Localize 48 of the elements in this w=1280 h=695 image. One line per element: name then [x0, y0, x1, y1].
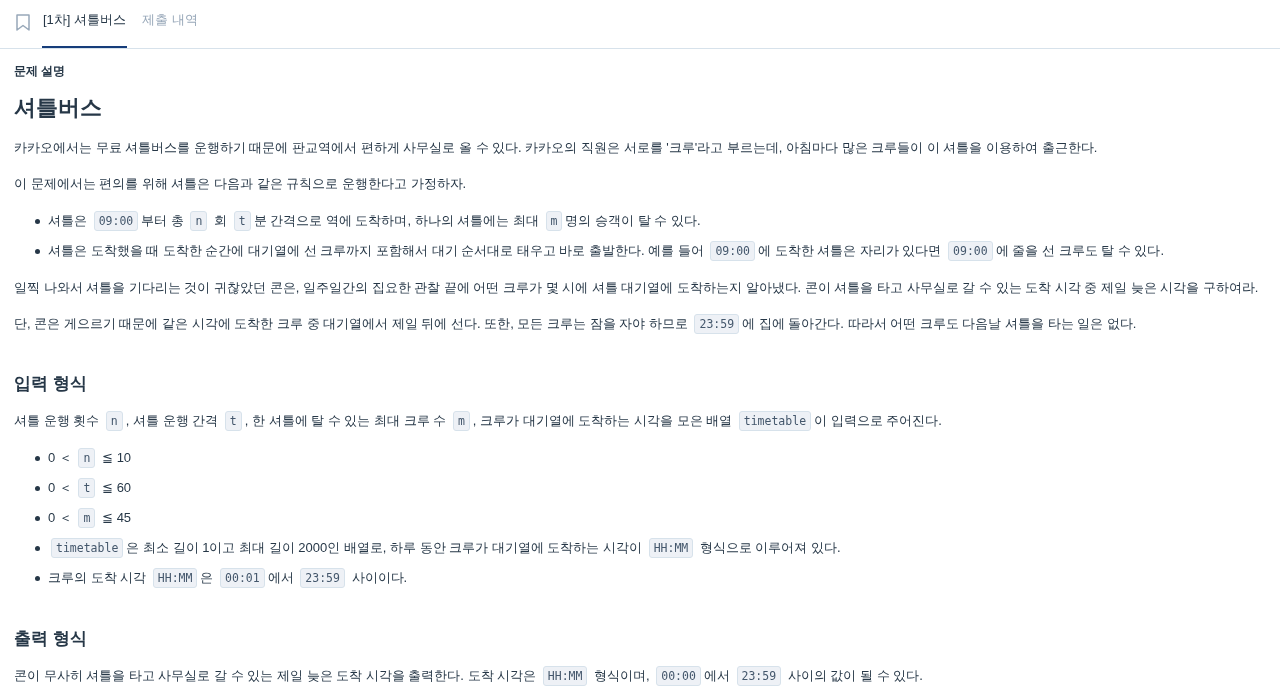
- inline-code: 23:59: [694, 314, 740, 334]
- paragraph: 셔틀 운행 횟수 n , 셔틀 운행 간격 t , 한 셔틀에 탈 수 있는 최대 크루 수 m , 크루가 대기열에 도착하는 시각을 모은 배열 timetable 이 입력으로 주어진다.: [14, 410, 942, 432]
- inline-code: 23:59: [736, 666, 782, 686]
- inline-code: timetable: [51, 538, 124, 558]
- inline-code: 09:00: [710, 241, 756, 261]
- inline-code: 00:01: [220, 568, 265, 588]
- inline-code: n: [105, 411, 123, 431]
- inline-code: HH:MM: [152, 568, 198, 588]
- problem-title: 셔틀버스: [14, 94, 102, 122]
- inline-code: n: [78, 448, 96, 468]
- paragraph: 콘이 무사히 셔틀을 타고 사무실로 갈 수 있는 제일 늦은 도착 시각을 출력한다. 도착 시각은 HH:MM 형식이며, 00:00 에서 23:59 사이의 값이 될 수 있다.: [14, 665, 923, 687]
- inline-code: timetable: [738, 411, 812, 431]
- paragraph: 이 문제에서는 편의를 위해 셔틀은 다음과 같은 규칙으로 운행한다고 가정하자.: [14, 175, 467, 193]
- list-item-text: 0 ＜ m ≦ 45: [48, 506, 132, 530]
- inline-code: 09:00: [93, 211, 139, 231]
- inline-code: t: [224, 411, 242, 431]
- inline-code: m: [452, 411, 470, 431]
- bullet-icon: [35, 515, 40, 521]
- list-item-text: timetable 은 최소 길이 1이고 최대 길이 2000인 배열로, 하루 동안 크루가 대기열에 도착하는 시각이 HH:MM 형식으로 이루어져 있다.: [48, 536, 841, 560]
- inline-code: t: [233, 211, 251, 231]
- inline-code: t: [78, 478, 96, 498]
- bullet-icon: [35, 218, 40, 224]
- section-label: 문제 설명: [14, 63, 66, 79]
- paragraph: 일찍 나와서 셔틀을 기다리는 것이 귀찮았던 콘은, 일주일간의 집요한 관찰 끝에 어떤 크루가 몇 시에 셔틀 대기열에 도착하는지 알아냈다. 콘이 셔틀을 타고 사무실로 갈 수 있는 도착 시각 중 제일 늦은 시각을 구하여라.: [14, 279, 1259, 297]
- inline-code: 00:00: [656, 666, 701, 686]
- bullet-icon: [35, 248, 40, 254]
- section-heading: 출력 형식: [14, 628, 87, 650]
- list-item-text: 0 ＜ n ≦ 10: [48, 446, 132, 470]
- inline-code: HH:MM: [648, 538, 694, 558]
- inline-code: 23:59: [300, 568, 345, 588]
- tab[interactable]: [1차] 셔틀버스: [42, 0, 128, 48]
- paragraph: 카카오에서는 무료 셔틀버스를 운행하기 때문에 판교역에서 편하게 사무실로 올 수 있다. 카카오의 직원은 서로를 '크루'라고 부르는데, 아침마다 많은 크루들이 이 셔틀을 이용하여 출근한다.: [14, 139, 1098, 157]
- inline-code: n: [190, 211, 208, 231]
- bullet-icon: [35, 575, 40, 581]
- list-item-text: 셔틀은 도착했을 때 도착한 순간에 대기열에 선 크루까지 포함해서 대기 순서대로 태우고 바로 출발한다. 예를 들어 09:00 에 도착한 셔틀은 자리가 있다면 09:00 에 줄을 선 크루도 탈 수 있다.: [48, 239, 1164, 263]
- inline-code: HH:MM: [542, 666, 588, 686]
- list-item-text: 셔틀은 09:00 부터 총 n 회 t 분 간격으로 역에 도착하며, 하나의 셔틀에는 최대 m 명의 승객이 탈 수 있다.: [48, 209, 701, 233]
- bookmark-icon[interactable]: [16, 13, 30, 31]
- inline-code: m: [78, 508, 96, 528]
- list-item-text: 0 ＜ t ≦ 60: [48, 476, 132, 500]
- bullet-icon: [35, 545, 40, 551]
- inline-code: 09:00: [948, 241, 993, 261]
- paragraph: 단, 콘은 게으르기 때문에 같은 시각에 도착한 크루 중 대기열에서 제일 뒤에 선다. 또한, 모든 크루는 잠을 자야 하므로 23:59 에 집에 돌아간다. 따라서 어떤 크루도 다음날 셔틀을 타는 일은 없다.: [14, 313, 1137, 335]
- bullet-icon: [35, 485, 40, 491]
- bullet-icon: [35, 455, 40, 461]
- section-heading: 입력 형식: [14, 373, 87, 395]
- inline-code: m: [545, 211, 563, 231]
- list-item-text: 크루의 도착 시각 HH:MM 은 00:01 에서 23:59 사이이다.: [48, 566, 408, 590]
